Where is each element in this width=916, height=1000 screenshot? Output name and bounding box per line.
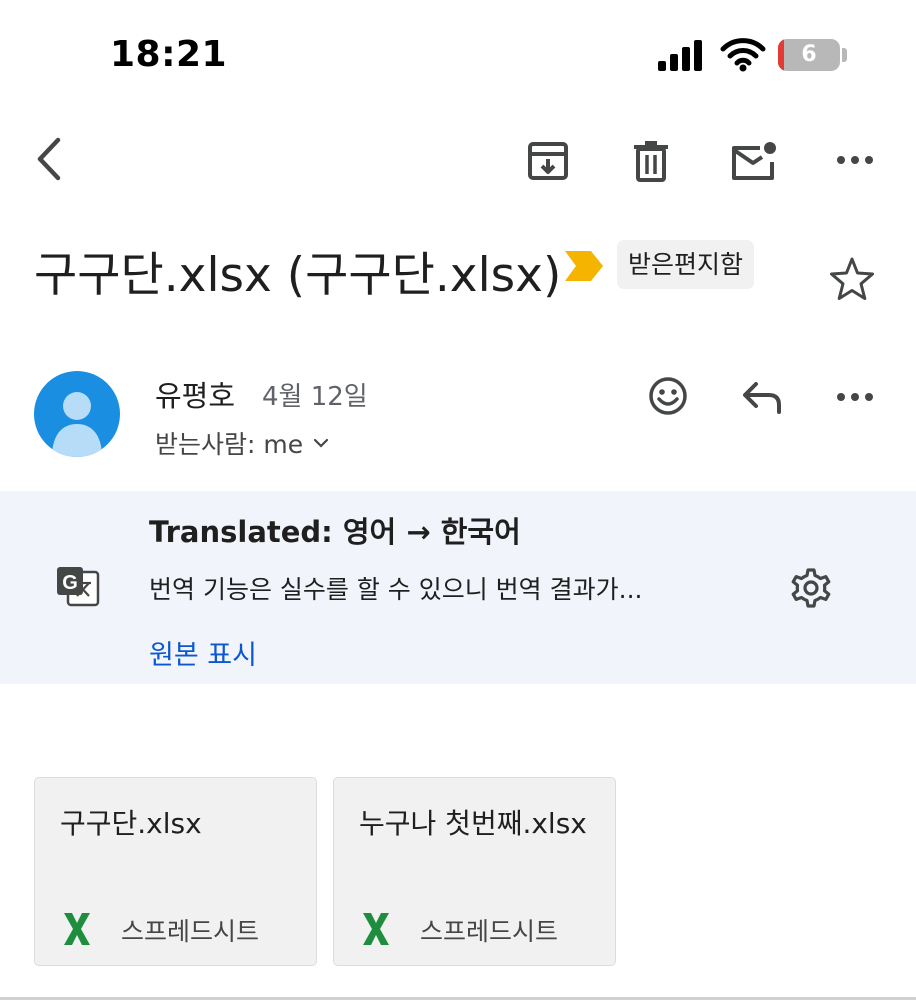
attachment-type: 스프레드시트 <box>420 917 559 946</box>
status-time: 18:21 <box>110 34 228 75</box>
gear-icon <box>791 568 831 608</box>
importance-marker-icon[interactable] <box>565 251 603 281</box>
svg-text:G: G <box>62 572 78 594</box>
recipients-toggle[interactable]: 받는사람: me <box>155 425 329 461</box>
battery-icon: 6 <box>778 39 840 71</box>
recipients-text: 받는사람: me <box>155 430 304 459</box>
translate-icon: G <box>57 567 100 607</box>
email-date: 4월 12일 <box>262 382 368 412</box>
spreadsheet-icon <box>363 913 389 945</box>
more-icon <box>837 393 873 401</box>
mark-unread-icon <box>732 142 776 180</box>
wifi-icon <box>720 38 766 72</box>
mark-unread-button[interactable] <box>728 136 780 186</box>
translation-disclaimer: 번역 기능은 실수를 할 수 있으니 번역 결과가... <box>149 575 643 604</box>
attachment-card[interactable]: 구구단.xlsx 스프레드시트 <box>34 777 317 966</box>
delete-button[interactable] <box>626 136 676 186</box>
spreadsheet-icon <box>64 913 90 945</box>
inbox-label-chip[interactable]: 받은편지함 <box>617 240 755 289</box>
archive-button[interactable] <box>523 136 573 186</box>
more-options-button[interactable] <box>832 142 878 178</box>
translation-settings-button[interactable] <box>788 565 834 611</box>
emoji-icon <box>649 377 687 415</box>
status-icons <box>656 36 766 74</box>
reply-icon <box>743 382 781 414</box>
attachment-name: 누구나 첫번째.xlsx <box>359 807 587 840</box>
trash-icon <box>634 141 668 182</box>
default-avatar-icon <box>52 392 102 457</box>
attachment-type: 스프레드시트 <box>121 917 260 946</box>
star-icon[interactable] <box>828 256 876 302</box>
back-button[interactable] <box>26 136 72 182</box>
battery-level-text: 6 <box>801 42 817 67</box>
sender-avatar[interactable] <box>34 371 120 457</box>
sender-name[interactable]: 유평호 <box>155 373 235 415</box>
back-arrow-icon <box>37 137 61 181</box>
attachment-card[interactable]: 누구나 첫번째.xlsx 스프레드시트 <box>333 777 616 966</box>
chevron-down-icon <box>314 438 329 448</box>
email-view-screen: 18:21 6 구구단.xlsx (구구단.xlsx) 받은편지함 유평호 4월… <box>0 0 916 1000</box>
archive-icon <box>528 142 568 180</box>
email-subject: 구구단.xlsx (구구단.xlsx) <box>34 248 562 303</box>
show-original-link[interactable]: 원본 표시 <box>149 633 257 672</box>
translation-title: Translated: 영어 → 한국어 <box>149 515 521 549</box>
message-more-button[interactable] <box>832 379 878 415</box>
attachment-name: 구구단.xlsx <box>60 807 202 840</box>
cellular-signal-icon <box>658 40 702 71</box>
reply-button[interactable] <box>738 375 786 419</box>
reaction-button[interactable] <box>645 373 691 419</box>
more-icon <box>837 156 873 164</box>
battery-tip <box>842 48 847 62</box>
